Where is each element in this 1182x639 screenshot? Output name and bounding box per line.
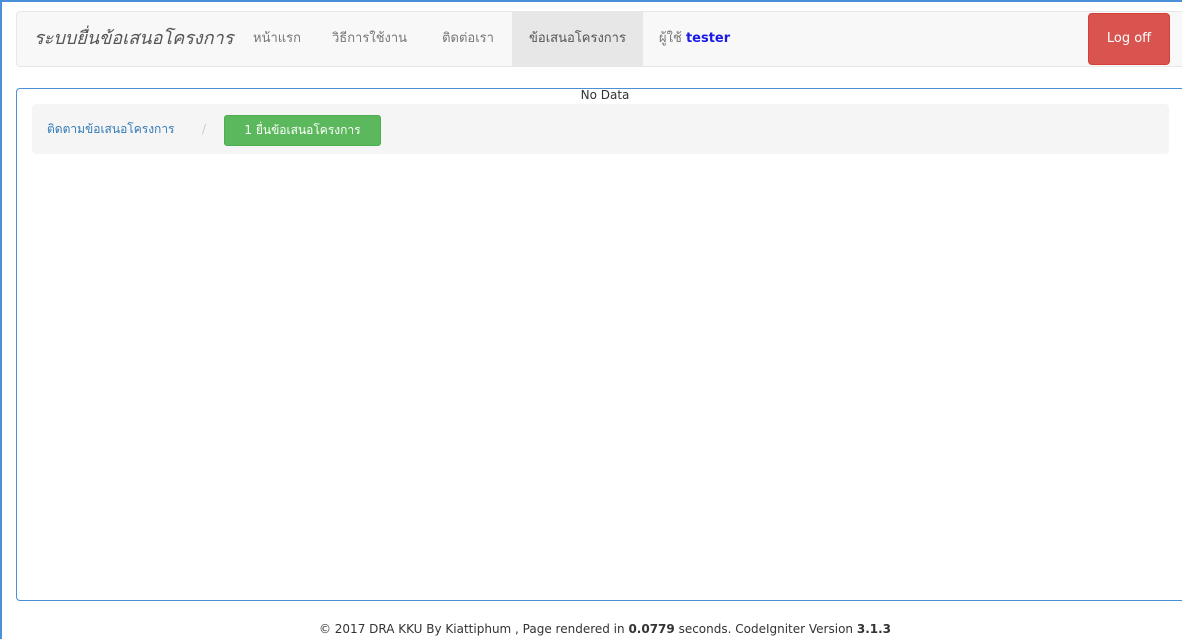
logoff-button[interactable]: Log off bbox=[1088, 13, 1170, 65]
submit-proposal-button[interactable]: 1 ยื่นข้อเสนอโครงการ bbox=[224, 115, 381, 146]
nav-proposals[interactable]: ข้อเสนอโครงการ bbox=[512, 12, 643, 66]
main-panel: ติดตามข้อเสนอโครงการ / 1 ยื่นข้อเสนอโครง… bbox=[16, 88, 1182, 601]
nav-how-to-use[interactable]: วิธีการใช้งาน bbox=[324, 12, 415, 66]
breadcrumb: ติดตามข้อเสนอโครงการ / 1 ยื่นข้อเสนอโครง… bbox=[32, 104, 1169, 154]
breadcrumb-separator: / bbox=[202, 122, 207, 136]
no-data-message: No Data bbox=[580, 88, 630, 102]
page-footer: © 2017 DRA KKU By Kiattiphum , Page rend… bbox=[0, 622, 1182, 636]
breadcrumb-track-proposals-link[interactable]: ติดตามข้อเสนอโครงการ bbox=[47, 104, 175, 154]
top-navbar: ระบบยื่นข้อเสนอโครงการ หน้าแรก วิธีการใช… bbox=[16, 11, 1182, 67]
nav-home[interactable]: หน้าแรก bbox=[241, 12, 313, 66]
footer-middle: seconds. CodeIgniter Version bbox=[674, 622, 857, 636]
user-name: tester bbox=[685, 31, 731, 46]
footer-version: 3.1.3 bbox=[856, 622, 892, 636]
footer-render-time: 0.0779 bbox=[628, 622, 675, 636]
user-prefix-label: ผู้ใช้ bbox=[659, 31, 682, 46]
footer-prefix: © 2017 DRA KKU By Kiattiphum , Page rend… bbox=[318, 622, 629, 636]
nav-user[interactable]: ผู้ใช้ tester bbox=[649, 12, 749, 66]
nav-contact[interactable]: ติดต่อเรา bbox=[428, 12, 508, 66]
brand-title[interactable]: ระบบยื่นข้อเสนอโครงการ bbox=[34, 12, 233, 66]
